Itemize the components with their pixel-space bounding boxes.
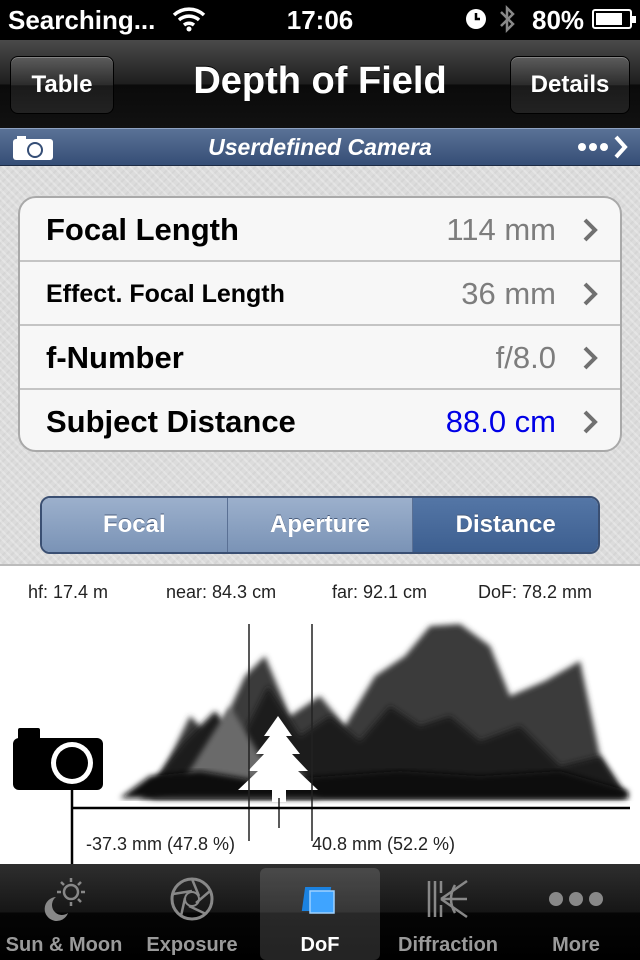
mode-segmented-control: Focal Aperture Distance bbox=[40, 496, 600, 554]
more-chevron-icon[interactable] bbox=[576, 131, 630, 167]
row-label: Effect. Focal Length bbox=[46, 280, 285, 308]
camera-selector-bar[interactable]: Userdefined Camera bbox=[0, 128, 640, 166]
row-f-number[interactable]: f-Number f/8.0 bbox=[20, 326, 620, 390]
bluetooth-icon bbox=[497, 4, 517, 41]
settings-panel: Focal Length 114 mm Effect. Focal Length… bbox=[0, 166, 640, 564]
row-value: 88.0 cm bbox=[445, 404, 556, 439]
diffraction-icon bbox=[384, 874, 512, 924]
tab-label: More bbox=[552, 934, 600, 956]
tab-exposure[interactable]: Exposure bbox=[128, 868, 256, 960]
sun-moon-icon bbox=[0, 874, 128, 924]
segment-focal[interactable]: Focal bbox=[42, 498, 228, 552]
tab-label: Exposure bbox=[146, 934, 238, 956]
tab-sun-moon[interactable]: Sun & Moon bbox=[0, 868, 128, 960]
camera-icon bbox=[12, 726, 104, 797]
row-value: f/8.0 bbox=[495, 340, 556, 375]
more-dots-icon bbox=[512, 874, 640, 924]
chevron-right-icon bbox=[582, 281, 598, 312]
battery-percent: 80% bbox=[532, 5, 585, 35]
tab-diffraction[interactable]: Diffraction bbox=[384, 868, 512, 960]
settings-table: Focal Length 114 mm Effect. Focal Length… bbox=[18, 196, 622, 452]
row-label: f-Number bbox=[46, 340, 184, 375]
segment-distance[interactable]: Distance bbox=[413, 498, 598, 552]
chevron-right-icon bbox=[582, 409, 598, 440]
battery-icon bbox=[592, 9, 636, 29]
tab-label: DoF bbox=[300, 934, 340, 956]
front-depth-label: -37.3 mm (47.8 %) bbox=[86, 834, 236, 854]
tab-bar: Sun & Moon Exposure DoF Diffraction More bbox=[0, 864, 640, 960]
dof-scene-illustration bbox=[70, 624, 630, 864]
row-label: Focal Length bbox=[46, 212, 239, 247]
camera-name: Userdefined Camera bbox=[208, 134, 432, 160]
row-value: 114 mm bbox=[446, 212, 556, 247]
navigation-bar: Table Depth of Field Details bbox=[0, 40, 640, 128]
tab-more[interactable]: More bbox=[512, 868, 640, 960]
row-value: 36 mm bbox=[461, 276, 556, 311]
tab-label: Diffraction bbox=[398, 934, 498, 956]
dof-diagram: hf: 17.4 m near: 84.3 cm far: 92.1 cm Do… bbox=[0, 564, 640, 864]
status-bar: Searching... 17:06 80% bbox=[0, 0, 640, 40]
aperture-icon bbox=[128, 874, 256, 924]
chevron-right-icon bbox=[582, 217, 598, 248]
back-depth-label: 40.8 mm (52.2 %) bbox=[312, 834, 456, 854]
row-label: Subject Distance bbox=[46, 404, 296, 439]
dof-icon bbox=[260, 874, 380, 924]
segment-aperture[interactable]: Aperture bbox=[227, 498, 414, 552]
alarm-icon bbox=[464, 7, 488, 38]
tab-dof[interactable]: DoF bbox=[260, 868, 380, 960]
details-button[interactable]: Details bbox=[510, 56, 630, 114]
tab-label: Sun & Moon bbox=[5, 934, 123, 956]
row-subject-distance[interactable]: Subject Distance 88.0 cm bbox=[20, 390, 620, 450]
row-focal-length[interactable]: Focal Length 114 mm bbox=[20, 198, 620, 262]
row-effect-focal-length[interactable]: Effect. Focal Length 36 mm bbox=[20, 262, 620, 326]
chevron-right-icon bbox=[582, 345, 598, 376]
